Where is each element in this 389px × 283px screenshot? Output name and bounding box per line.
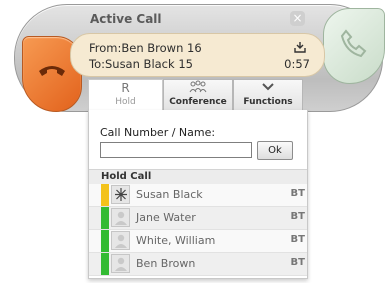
tab-functions[interactable]: Functions xyxy=(233,79,303,111)
hold-call-title: Hold Call xyxy=(101,171,152,182)
status-indicator xyxy=(101,184,109,206)
status-indicator xyxy=(101,207,109,229)
avatar xyxy=(111,231,130,250)
contact-tag: BT xyxy=(290,234,305,245)
window-title: Active Call xyxy=(90,12,162,26)
call-info-panel: From:Ben Brown 16 To:Susan Black 15 0:57 xyxy=(70,33,325,77)
answer-phone-icon xyxy=(340,29,367,58)
hold-call-header: Hold Call xyxy=(89,169,307,185)
contact-tag: BT xyxy=(290,211,305,222)
avatar xyxy=(111,208,130,227)
caller-to: To:Susan Black 15 xyxy=(89,57,193,71)
chevron-down-icon xyxy=(234,80,302,97)
tab-hold[interactable]: R Hold xyxy=(88,79,163,111)
close-button[interactable]: × xyxy=(290,11,305,26)
tab-hold-label: Hold xyxy=(115,97,136,107)
tab-functions-label: Functions xyxy=(243,97,293,107)
hold-call-list: Susan Black BT Jane Water BT White, Will… xyxy=(89,184,307,276)
list-item[interactable]: Jane Water BT xyxy=(89,207,307,230)
status-indicator xyxy=(101,253,109,275)
list-item[interactable]: White, William BT xyxy=(89,230,307,253)
contact-tag: BT xyxy=(290,257,305,268)
sparkle-icon xyxy=(111,185,130,204)
hold-panel: Call Number / Name: Ok Hold Call Susan B… xyxy=(88,110,308,279)
contact-name: Jane Water xyxy=(136,211,196,224)
contact-tag: BT xyxy=(290,188,305,199)
conference-icon xyxy=(164,80,232,97)
ok-button[interactable]: Ok xyxy=(257,141,293,160)
call-number-label: Call Number / Name: xyxy=(100,126,216,139)
contact-name: Susan Black xyxy=(136,188,203,201)
caller-from: From:Ben Brown 16 xyxy=(89,41,202,55)
tab-conference[interactable]: Conference xyxy=(163,79,233,111)
call-number-input[interactable] xyxy=(100,142,252,158)
hold-icon: R xyxy=(121,81,130,95)
call-timer: 0:57 xyxy=(284,57,310,71)
function-tabs: R Hold Conference Functions xyxy=(88,79,303,111)
list-item[interactable]: Susan Black BT xyxy=(89,184,307,207)
hangup-phone-icon xyxy=(39,66,65,76)
avatar xyxy=(111,254,130,273)
list-item[interactable]: Ben Brown BT xyxy=(89,253,307,276)
contact-name: White, William xyxy=(136,234,216,247)
download-icon[interactable] xyxy=(294,38,306,57)
contact-name: Ben Brown xyxy=(136,257,196,270)
tab-conference-label: Conference xyxy=(169,97,227,107)
status-indicator xyxy=(101,230,109,252)
